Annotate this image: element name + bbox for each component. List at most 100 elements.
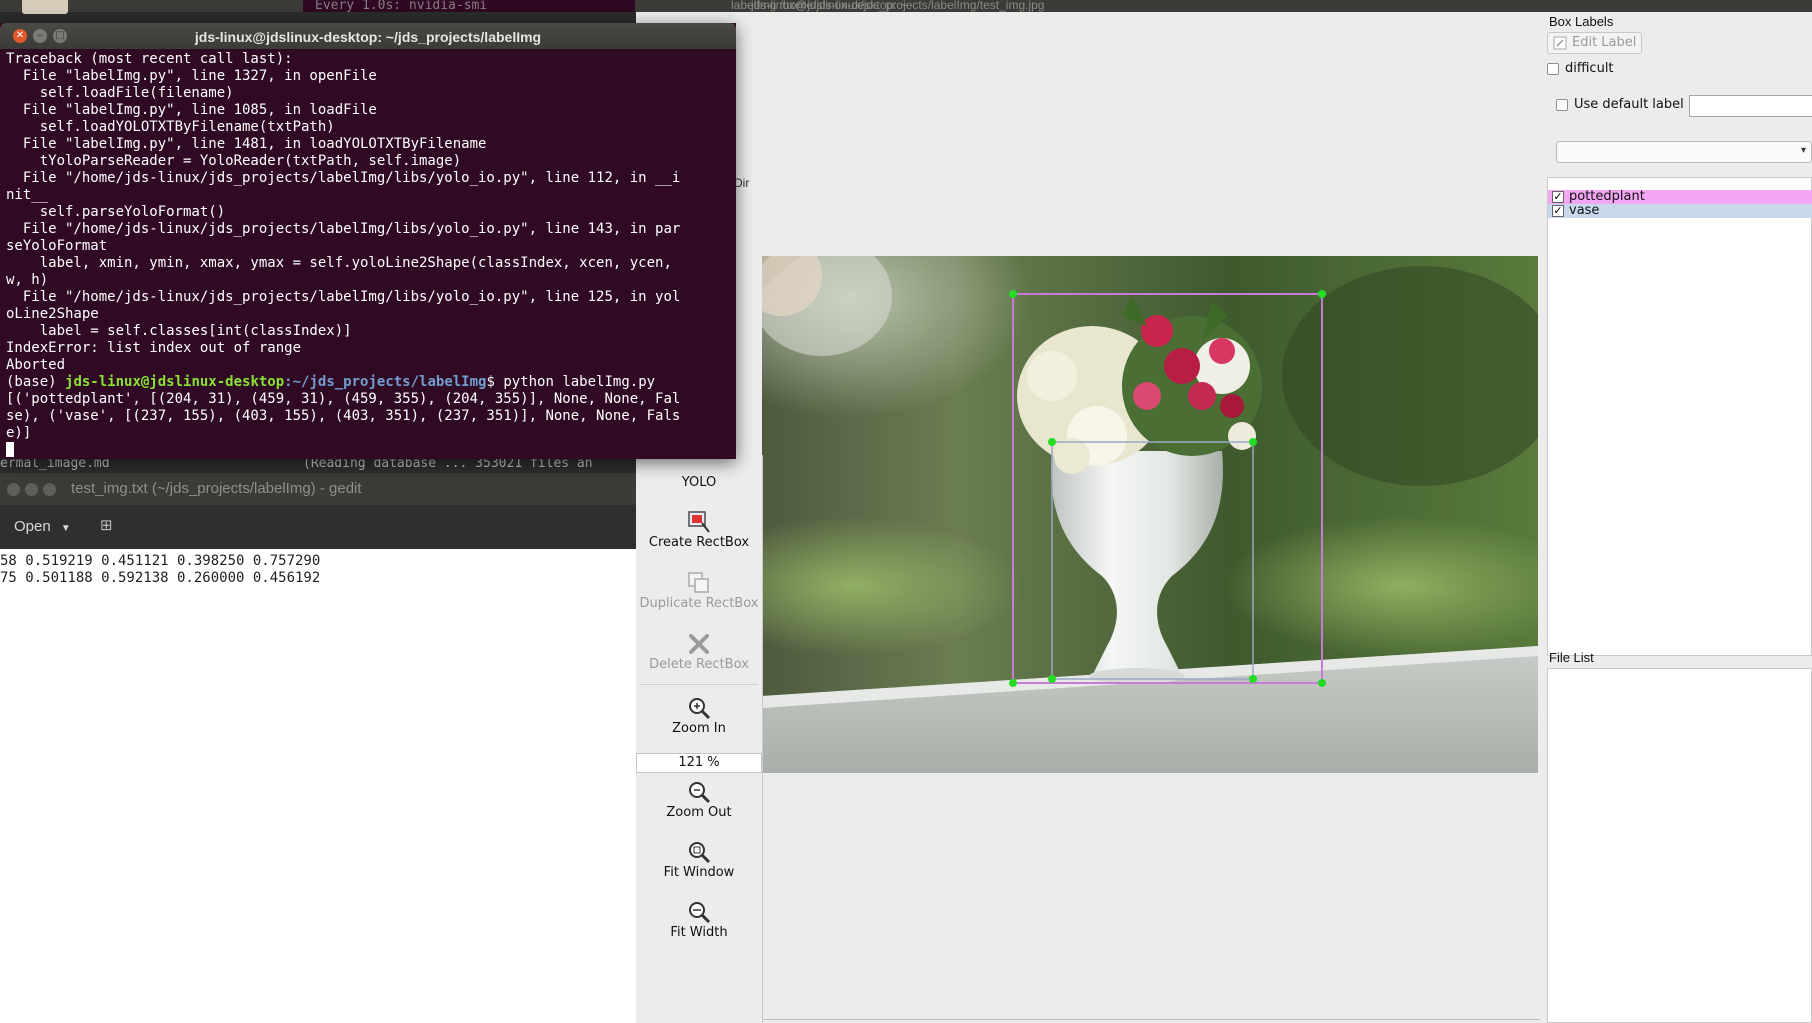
label-filter-combobox[interactable]: ▾ (1556, 141, 1812, 163)
delete-rectbox-label: Delete RectBox (649, 657, 749, 672)
bbox-handle[interactable] (1318, 290, 1326, 298)
gedit-open-button[interactable]: Open ▼ (4, 514, 72, 540)
new-tab-icon[interactable]: ⊞ (100, 517, 116, 533)
gedit-text-area[interactable]: 58 0.519219 0.451121 0.398250 0.757290 75… (0, 553, 636, 587)
dock-splitter[interactable] (1540, 644, 1812, 648)
file-list[interactable] (1547, 668, 1812, 1023)
terminal-line: seYoloFormat (6, 238, 108, 254)
label-list-item-vase[interactable]: ✓ vase (1548, 204, 1812, 218)
bbox-handle[interactable] (1318, 679, 1326, 687)
prompt-env: (base) (6, 374, 66, 390)
terminal-line: nit__ (6, 187, 49, 203)
label-list: ✓ pottedplant ✓ vase (1547, 177, 1812, 656)
gedit-close-button[interactable] (7, 483, 20, 496)
fit-window-button[interactable]: Fit Window (636, 839, 762, 880)
label-checkbox-checked[interactable]: ✓ (1552, 191, 1564, 203)
box-labels-title: Box Labels (1549, 14, 1614, 29)
bbox-handle[interactable] (1249, 675, 1257, 683)
terminal-line: [('pottedplant', [(204, 31), (459, 31), … (6, 391, 681, 407)
text-line: 58 0.519219 0.451121 0.398250 0.757290 (0, 553, 321, 569)
labelimg-window-titlebar: jds-linux@jdslinux-desktop: ~ labelImg /… (636, 0, 1812, 12)
terminal-line: IndexError: list index out of range (6, 340, 302, 356)
default-label-input[interactable] (1689, 95, 1812, 117)
format-label: YOLO (681, 475, 717, 490)
background-terminal-strip: Every 1.0s: nvidia-smi (303, 0, 635, 12)
edit-label-text: Edit Label (1572, 35, 1637, 50)
annotated-image[interactable] (762, 256, 1538, 773)
edit-label-button[interactable]: Edit Label (1547, 32, 1642, 54)
label-checkbox-checked[interactable]: ✓ (1552, 205, 1564, 217)
close-icon[interactable]: ✕ (13, 29, 27, 43)
gedit-minimize-button[interactable] (25, 483, 38, 496)
open-dir-label-fragment: Dir (734, 176, 750, 190)
terminal-line: tYoloParseReader = YoloReader(txtPath, s… (6, 153, 462, 169)
terminal-line: e)] (6, 425, 32, 441)
zoom-in-button[interactable]: Zoom In (636, 695, 762, 736)
terminal-cursor-line (6, 442, 734, 459)
zoom-out-button[interactable]: Zoom Out (636, 779, 762, 820)
terminal-line: File "/home/jds-linux/jds_projects/label… (6, 221, 681, 237)
terminal-title: jds-linux@jdslinux-desktop: ~/jds_projec… (194, 29, 542, 45)
terminal-prompt-line: (base) jds-linux@jdslinux-desktop:~/jds_… (6, 374, 734, 391)
terminal-line: se), ('vase', [(237, 155), (403, 155), (… (6, 408, 681, 424)
gedit-open-label: Open (14, 518, 51, 535)
zoom-out-icon (689, 782, 711, 804)
zoom-out-label: Zoom Out (666, 805, 732, 820)
difficult-checkbox[interactable] (1547, 63, 1559, 75)
terminal-line: w, h) (6, 272, 49, 288)
labelimg-toolbar: YOLO Create RectBox Duplicate RectBox De… (636, 455, 763, 1023)
terminal-line: label = self.classes[int(classIndex)] (6, 323, 352, 339)
gedit-toolbar: Open ▼ ⊞ (0, 505, 636, 549)
terminal-line: self.loadYOLOTXTByFilename(txtPath) (6, 119, 335, 135)
chevron-down-icon: ▼ (60, 523, 71, 534)
create-rectbox-button[interactable]: Create RectBox (636, 509, 762, 550)
gedit-maximize-button[interactable] (43, 483, 56, 496)
terminal-line: Traceback (most recent call last): (6, 51, 293, 67)
terminal-line: File "/home/jds-linux/jds_projects/label… (6, 289, 681, 305)
prompt-user: jds-linux@jdslinux-desktop (65, 374, 285, 390)
bbox-handle[interactable] (1048, 675, 1056, 683)
maximize-icon[interactable]: □ (53, 29, 67, 43)
terminal-line: File "/home/jds-linux/jds_projects/label… (6, 170, 681, 186)
duplicate-rectbox-label: Duplicate RectBox (639, 596, 759, 611)
edit-icon (1553, 36, 1567, 50)
zoom-percent-field[interactable]: 121 % (636, 753, 762, 773)
fit-width-label: Fit Width (670, 925, 728, 940)
terminal-line: label, xmin, ymin, xmax, ymax = self.yol… (6, 255, 672, 271)
terminal-line: Aborted (6, 357, 66, 373)
gedit-title: test_img.txt (~/jds_projects/labelImg) -… (71, 480, 362, 497)
bbox-handle[interactable] (1009, 679, 1017, 687)
terminal-command: python labelImg.py (503, 374, 656, 390)
right-dock: Box Labels Edit Label difficult Use defa… (1540, 12, 1812, 1023)
toolbar-separator (640, 684, 758, 685)
terminal-line: oLine2Shape (6, 306, 99, 322)
terminal-window: jds-linux@jdslinux-desktop: ~/jds_projec… (0, 23, 736, 459)
delete-rectbox-button[interactable]: Delete RectBox (636, 631, 762, 672)
terminal-line: File "labelImg.py", line 1327, in openFi… (6, 68, 377, 84)
terminal-line: self.parseYoloFormat() (6, 204, 226, 220)
use-default-label-checkbox[interactable] (1556, 99, 1568, 111)
format-yolo-button[interactable]: YOLO (636, 475, 762, 490)
bbox-handle[interactable] (1009, 290, 1017, 298)
fit-window-icon (689, 842, 711, 864)
bbox-handle[interactable] (1048, 438, 1056, 446)
fit-window-label: Fit Window (663, 865, 735, 880)
folder-icon[interactable] (22, 0, 68, 14)
bbox-handle[interactable] (1249, 438, 1257, 446)
fit-width-button[interactable]: Fit Width (636, 899, 762, 940)
photo-svg (762, 256, 1538, 773)
use-default-label-label: Use default label (1574, 97, 1684, 112)
gedit-titlebar: test_img.txt (~/jds_projects/labelImg) -… (0, 473, 636, 505)
fit-width-icon (689, 902, 711, 924)
minimize-icon[interactable]: – (33, 29, 47, 43)
labelimg-window-title: labelImg /home/jds-linux/jds_projects/la… (731, 0, 1045, 12)
file-list-title: File List (1549, 650, 1594, 665)
chevron-down-icon: ▾ (1800, 145, 1806, 156)
duplicate-icon (688, 572, 709, 593)
terminal-output[interactable]: Traceback (most recent call last): File … (6, 51, 734, 459)
difficult-label: difficult (1565, 61, 1614, 76)
terminal-line: File "labelImg.py", line 1085, in loadFi… (6, 102, 377, 118)
gedit-window: test_img.txt (~/jds_projects/labelImg) -… (0, 473, 636, 1023)
duplicate-rectbox-button[interactable]: Duplicate RectBox (636, 570, 762, 611)
label-list-item-pottedplant[interactable]: ✓ pottedplant (1548, 190, 1812, 204)
